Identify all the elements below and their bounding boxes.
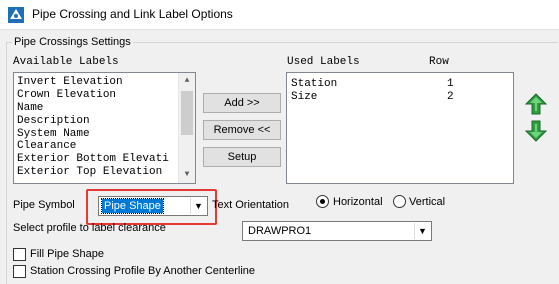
list-item[interactable]: Invert Elevation — [14, 76, 195, 89]
profile-select[interactable]: DRAWPRO1 ▼ — [242, 221, 432, 241]
setup-button[interactable]: Setup — [203, 147, 281, 167]
horizontal-radio[interactable] — [316, 195, 329, 208]
used-label-name: Size — [291, 91, 318, 103]
station-crossing-label[interactable]: Station Crossing Profile By Another Cent… — [30, 265, 255, 277]
used-label-name: Station — [291, 78, 338, 90]
app-icon — [8, 7, 24, 23]
title-bar: Pipe Crossing and Link Label Options — [0, 0, 559, 30]
list-item[interactable]: Exterior Bottom Elevati — [14, 153, 195, 166]
text-orientation-label: Text Orientation — [212, 199, 290, 211]
window-title: Pipe Crossing and Link Label Options — [32, 7, 233, 21]
move-up-icon[interactable] — [525, 93, 547, 115]
table-row[interactable]: Station 1 — [287, 78, 513, 91]
row-header: Row — [429, 56, 449, 68]
scroll-down-icon[interactable]: ▼ — [179, 167, 195, 183]
scroll-thumb[interactable] — [181, 91, 193, 135]
fill-pipe-shape-label[interactable]: Fill Pipe Shape — [30, 248, 104, 260]
fill-pipe-shape-checkbox[interactable] — [13, 248, 26, 261]
station-crossing-checkbox[interactable] — [13, 265, 26, 278]
list-item[interactable]: Description — [14, 115, 195, 128]
add-button[interactable]: Add >> — [203, 93, 281, 113]
chevron-down-icon[interactable]: ▼ — [414, 223, 430, 239]
table-row[interactable]: Size 2 — [287, 91, 513, 104]
move-down-icon[interactable] — [525, 120, 547, 142]
horizontal-radio-label[interactable]: Horizontal — [333, 196, 383, 208]
used-labels-list[interactable]: Station 1 Size 2 — [286, 72, 514, 184]
list-item[interactable]: Crown Elevation — [14, 89, 195, 102]
vertical-radio[interactable] — [393, 195, 406, 208]
used-label-row: 1 — [447, 78, 454, 90]
profile-value: DRAWPRO1 — [248, 225, 312, 237]
available-scrollbar[interactable]: ▲ ▼ — [178, 73, 195, 183]
list-item[interactable]: Exterior Top Elevation — [14, 166, 195, 179]
list-item[interactable]: System Name — [14, 128, 195, 141]
available-labels-list[interactable]: Invert Elevation Crown Elevation Name De… — [13, 72, 196, 184]
list-item[interactable]: Name — [14, 102, 195, 115]
remove-button[interactable]: Remove << — [203, 120, 281, 140]
scroll-up-icon[interactable]: ▲ — [179, 73, 195, 89]
vertical-radio-label[interactable]: Vertical — [409, 196, 445, 208]
used-labels-header: Used Labels — [287, 56, 360, 68]
available-labels-header: Available Labels — [13, 56, 119, 68]
profile-label: Select profile to label clearance — [13, 222, 166, 234]
pipe-symbol-label: Pipe Symbol — [13, 199, 75, 211]
list-item[interactable]: Clearance — [14, 140, 195, 153]
used-label-row: 2 — [447, 91, 454, 103]
highlight-annotation — [86, 189, 217, 225]
group-legend: Pipe Crossings Settings — [12, 36, 133, 48]
